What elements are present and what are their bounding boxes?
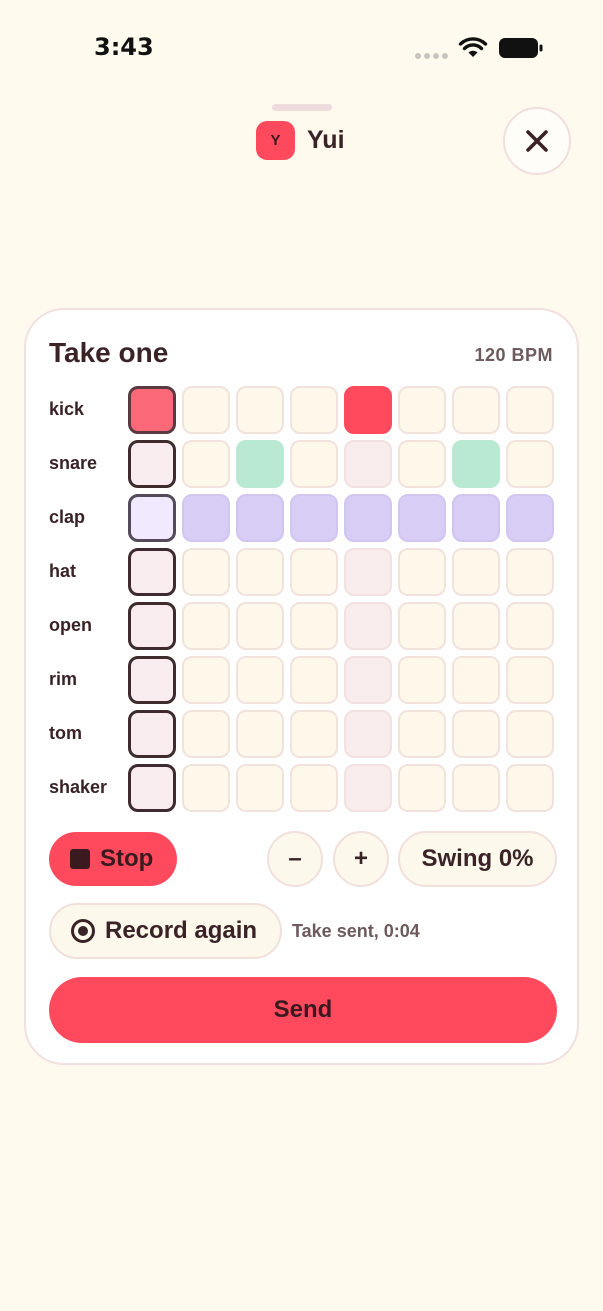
step-kick-3[interactable] <box>236 386 284 434</box>
tempo-increase-button[interactable]: + <box>333 831 389 887</box>
step-clap-5[interactable] <box>344 494 392 542</box>
step-snare-2[interactable] <box>182 440 230 488</box>
tempo-decrease-button[interactable]: – <box>267 831 323 887</box>
step-shaker-8[interactable] <box>506 764 554 812</box>
step-clap-6[interactable] <box>398 494 446 542</box>
step-kick-7[interactable] <box>452 386 500 434</box>
sheet-grabber[interactable] <box>272 104 332 111</box>
stop-button[interactable]: Stop <box>49 832 177 886</box>
record-again-button[interactable]: Record again <box>49 903 282 959</box>
step-hat-3[interactable] <box>236 548 284 596</box>
step-clap-2[interactable] <box>182 494 230 542</box>
step-snare-3[interactable] <box>236 440 284 488</box>
step-tom-7[interactable] <box>452 710 500 758</box>
step-shaker-6[interactable] <box>398 764 446 812</box>
step-tom-5[interactable] <box>344 710 392 758</box>
take-status: Take sent, 0:04 <box>292 921 420 941</box>
step-rim-6[interactable] <box>398 656 446 704</box>
track-label-tom: tom <box>49 723 82 743</box>
step-tom-2[interactable] <box>182 710 230 758</box>
step-open-7[interactable] <box>452 602 500 650</box>
battery-icon <box>499 38 543 58</box>
status-time: 3:43 <box>94 33 154 61</box>
step-rim-4[interactable] <box>290 656 338 704</box>
step-kick-1[interactable] <box>128 386 176 434</box>
stop-label: Stop <box>100 845 154 872</box>
step-open-2[interactable] <box>182 602 230 650</box>
step-open-4[interactable] <box>290 602 338 650</box>
status-bar: 3:43 <box>0 0 603 96</box>
step-rim-1[interactable] <box>128 656 176 704</box>
step-shaker-5[interactable] <box>344 764 392 812</box>
step-hat-4[interactable] <box>290 548 338 596</box>
step-snare-1[interactable] <box>128 440 176 488</box>
step-rim-3[interactable] <box>236 656 284 704</box>
step-hat-7[interactable] <box>452 548 500 596</box>
avatar: Y <box>256 121 295 160</box>
cellular-signal-icon <box>415 53 448 59</box>
track-label-shaker: shaker <box>49 777 108 797</box>
step-clap-8[interactable] <box>506 494 554 542</box>
step-tom-8[interactable] <box>506 710 554 758</box>
step-open-6[interactable] <box>398 602 446 650</box>
step-tom-4[interactable] <box>290 710 338 758</box>
send-button[interactable]: Send <box>49 977 557 1043</box>
step-hat-8[interactable] <box>506 548 554 596</box>
step-clap-3[interactable] <box>236 494 284 542</box>
step-hat-1[interactable] <box>128 548 176 596</box>
record-icon <box>71 919 95 943</box>
step-shaker-7[interactable] <box>452 764 500 812</box>
swing-button[interactable]: Swing 0% <box>398 831 557 887</box>
step-snare-5[interactable] <box>344 440 392 488</box>
step-kick-5[interactable] <box>344 386 392 434</box>
bpm-label: 120 BPM <box>474 345 553 365</box>
close-button[interactable] <box>503 107 571 175</box>
step-tom-1[interactable] <box>128 710 176 758</box>
track-label-snare: snare <box>49 453 98 473</box>
step-kick-6[interactable] <box>398 386 446 434</box>
step-open-5[interactable] <box>344 602 392 650</box>
step-rim-8[interactable] <box>506 656 554 704</box>
step-shaker-1[interactable] <box>128 764 176 812</box>
step-rim-5[interactable] <box>344 656 392 704</box>
wifi-icon <box>458 37 488 57</box>
step-rim-7[interactable] <box>452 656 500 704</box>
track-label-open: open <box>49 615 92 635</box>
send-label: Send <box>273 996 333 1023</box>
stop-icon <box>70 849 90 869</box>
step-shaker-3[interactable] <box>236 764 284 812</box>
step-snare-7[interactable] <box>452 440 500 488</box>
step-hat-6[interactable] <box>398 548 446 596</box>
close-icon <box>526 130 548 152</box>
track-label-clap: clap <box>49 507 86 527</box>
track-label-hat: hat <box>49 561 76 581</box>
step-kick-8[interactable] <box>506 386 554 434</box>
beat-card: Take one 120 BPM kick snare clap hat open rim… <box>24 308 579 1065</box>
step-kick-2[interactable] <box>182 386 230 434</box>
step-tom-6[interactable] <box>398 710 446 758</box>
step-open-3[interactable] <box>236 602 284 650</box>
step-snare-4[interactable] <box>290 440 338 488</box>
track-label-kick: kick <box>49 399 85 419</box>
step-tom-3[interactable] <box>236 710 284 758</box>
card-title: Take one <box>49 337 169 368</box>
step-open-1[interactable] <box>128 602 176 650</box>
step-kick-4[interactable] <box>290 386 338 434</box>
step-hat-2[interactable] <box>182 548 230 596</box>
step-open-8[interactable] <box>506 602 554 650</box>
step-hat-5[interactable] <box>344 548 392 596</box>
step-snare-6[interactable] <box>398 440 446 488</box>
track-label-rim: rim <box>49 669 78 689</box>
record-label: Record again <box>105 917 258 944</box>
step-rim-2[interactable] <box>182 656 230 704</box>
step-clap-7[interactable] <box>452 494 500 542</box>
step-shaker-4[interactable] <box>290 764 338 812</box>
step-clap-4[interactable] <box>290 494 338 542</box>
contact-name: Yui <box>307 126 345 154</box>
step-shaker-2[interactable] <box>182 764 230 812</box>
step-clap-1[interactable] <box>128 494 176 542</box>
step-snare-8[interactable] <box>506 440 554 488</box>
